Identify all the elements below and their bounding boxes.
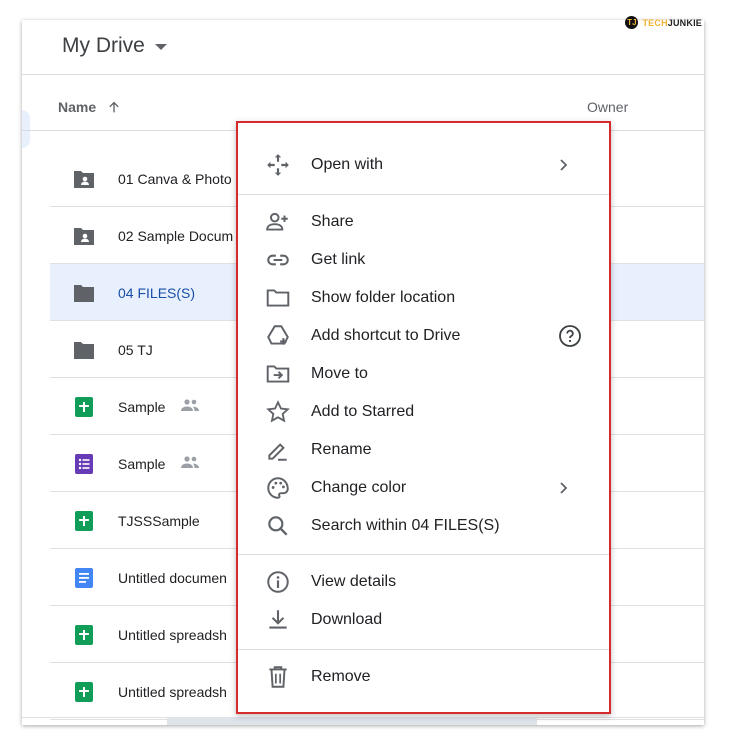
sheets-icon <box>75 682 93 702</box>
shared-folder-icon <box>74 228 94 245</box>
pencil-icon <box>264 436 292 464</box>
file-name[interactable]: Sample <box>118 456 165 472</box>
page-title[interactable]: My Drive <box>62 34 145 58</box>
menu-item-move-to[interactable]: Move to <box>238 355 609 393</box>
menu-divider <box>238 649 609 650</box>
owner-column-label[interactable]: Owner <box>587 99 628 115</box>
menu-item-show-folder-location[interactable]: Show folder location <box>238 279 609 317</box>
file-name[interactable]: TJSSSample <box>118 513 200 529</box>
search-icon <box>264 512 292 540</box>
sort-by-name[interactable]: Name <box>58 99 122 115</box>
menu-item-search-within[interactable]: Search within 04 FILES(S) <box>238 507 609 545</box>
menu-item-view-details[interactable]: View details <box>238 563 609 601</box>
context-menu: Open with Share Get link Show folder loc… <box>236 121 611 714</box>
watermark-badge: TJ <box>625 16 639 29</box>
move-to-folder-icon <box>264 360 292 388</box>
file-name[interactable]: 01 Canva & Photo <box>118 171 232 187</box>
help-icon[interactable] <box>558 324 582 348</box>
file-name[interactable]: Untitled documen <box>118 570 227 586</box>
info-icon <box>264 568 292 596</box>
file-name[interactable]: 02 Sample Docum <box>118 228 233 244</box>
file-name[interactable]: 05 TJ <box>118 342 153 358</box>
sheets-icon <box>75 511 93 531</box>
people-icon <box>181 399 199 411</box>
menu-item-add-shortcut[interactable]: Add shortcut to Drive <box>238 317 609 355</box>
trash-icon <box>264 663 292 691</box>
folder-icon <box>74 285 94 302</box>
horizontal-scrollbar[interactable] <box>167 717 537 725</box>
menu-divider <box>238 554 609 555</box>
menu-item-download[interactable]: Download <box>238 601 609 639</box>
download-icon <box>264 606 292 634</box>
menu-item-open-with[interactable]: Open with <box>238 146 609 184</box>
open-with-icon <box>264 151 292 179</box>
drive-header: My Drive <box>22 20 704 75</box>
chevron-down-icon[interactable] <box>154 44 167 50</box>
add-person-icon <box>264 208 292 236</box>
menu-item-rename[interactable]: Rename <box>238 431 609 469</box>
menu-item-get-link[interactable]: Get link <box>238 241 609 279</box>
chevron-right-icon <box>560 159 568 171</box>
my-drive-title[interactable]: My Drive <box>62 34 167 58</box>
file-name[interactable]: Untitled spreadsh <box>118 684 227 700</box>
watermark-logo: TJ TECHJUNKIE <box>625 16 702 29</box>
palette-icon <box>264 474 292 502</box>
menu-item-change-color[interactable]: Change color <box>238 469 609 507</box>
menu-item-remove[interactable]: Remove <box>238 658 609 696</box>
file-name[interactable]: Sample <box>118 399 165 415</box>
sheets-icon <box>75 625 93 645</box>
folder-outline-icon <box>264 284 292 312</box>
sheets-icon <box>75 397 93 417</box>
watermark-text: TECHJUNKIE <box>642 17 702 28</box>
name-column-label[interactable]: Name <box>58 99 96 115</box>
menu-divider <box>238 194 609 195</box>
docs-icon <box>75 568 93 588</box>
file-name[interactable]: 04 FILES(S) <box>118 285 195 301</box>
menu-item-share[interactable]: Share <box>238 203 609 241</box>
folder-icon <box>74 342 94 359</box>
file-name[interactable]: Untitled spreadsh <box>118 627 227 643</box>
people-icon <box>181 456 199 468</box>
forms-icon <box>75 454 93 474</box>
arrow-up-icon[interactable] <box>106 99 122 115</box>
chevron-right-icon <box>560 482 568 494</box>
menu-item-add-starred[interactable]: Add to Starred <box>238 393 609 431</box>
shared-folder-icon <box>74 171 94 188</box>
link-icon <box>264 246 292 274</box>
star-icon <box>264 398 292 426</box>
drive-shortcut-icon <box>264 322 292 350</box>
